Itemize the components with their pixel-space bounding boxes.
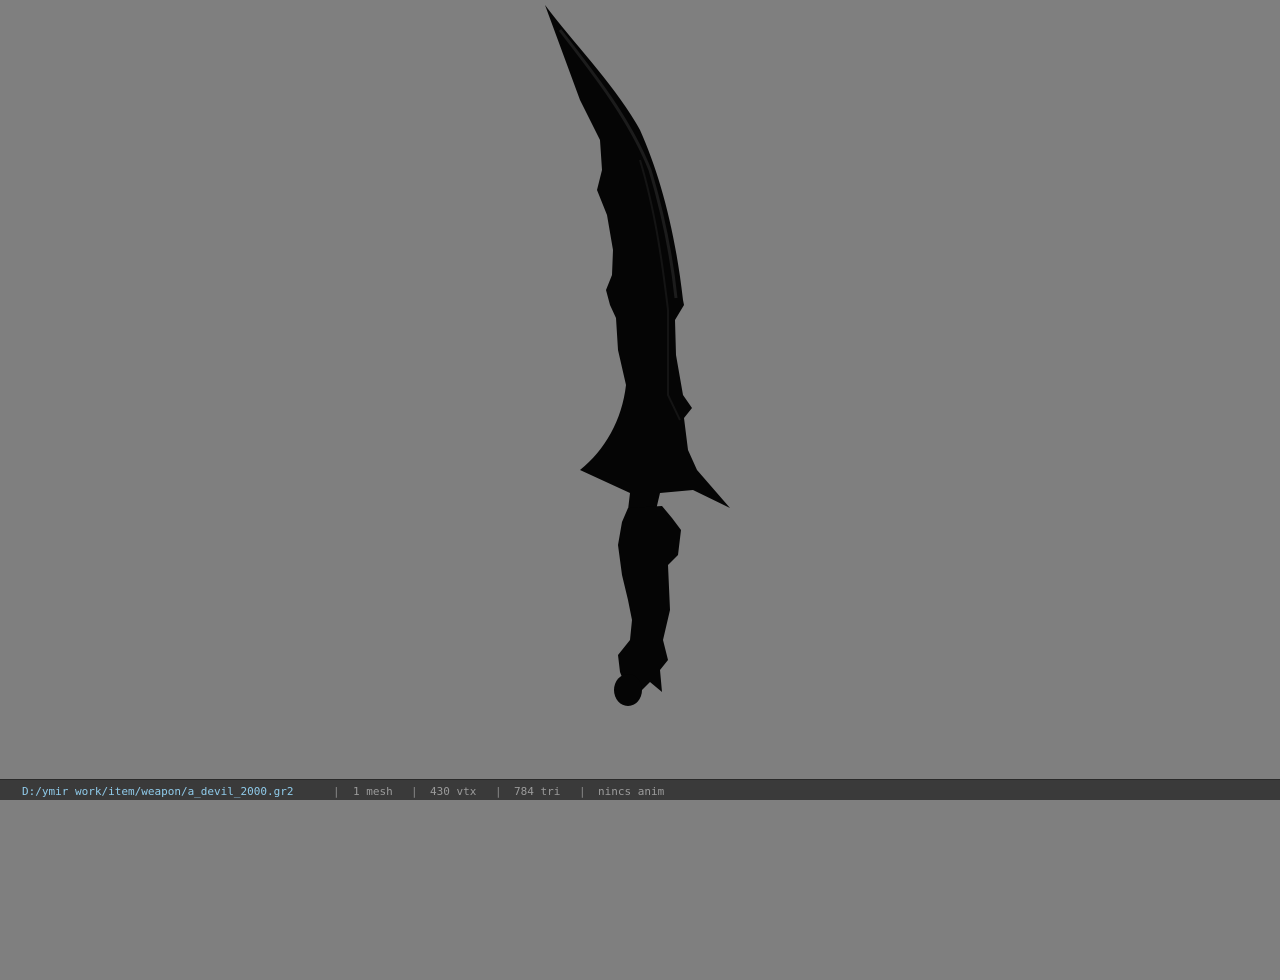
separator: | [333, 785, 340, 798]
vertex-count: 430 vtx [430, 785, 477, 798]
pommel [614, 674, 642, 706]
3d-viewport[interactable] [0, 0, 1280, 779]
separator: | [579, 785, 586, 798]
mesh-count: 1 mesh [353, 785, 393, 798]
separator: | [495, 785, 502, 798]
separator: | [411, 785, 418, 798]
triangle-count: 784 tri [514, 785, 561, 798]
blade [545, 5, 730, 510]
weapon-model [545, 5, 730, 706]
file-path: D:/ymir work/item/weapon/a_devil_2000.gr… [22, 785, 294, 798]
status-bar: D:/ymir work/item/weapon/a_devil_2000.gr… [0, 779, 1280, 800]
grip [618, 506, 681, 692]
animation-status: nincs anim [598, 785, 665, 798]
